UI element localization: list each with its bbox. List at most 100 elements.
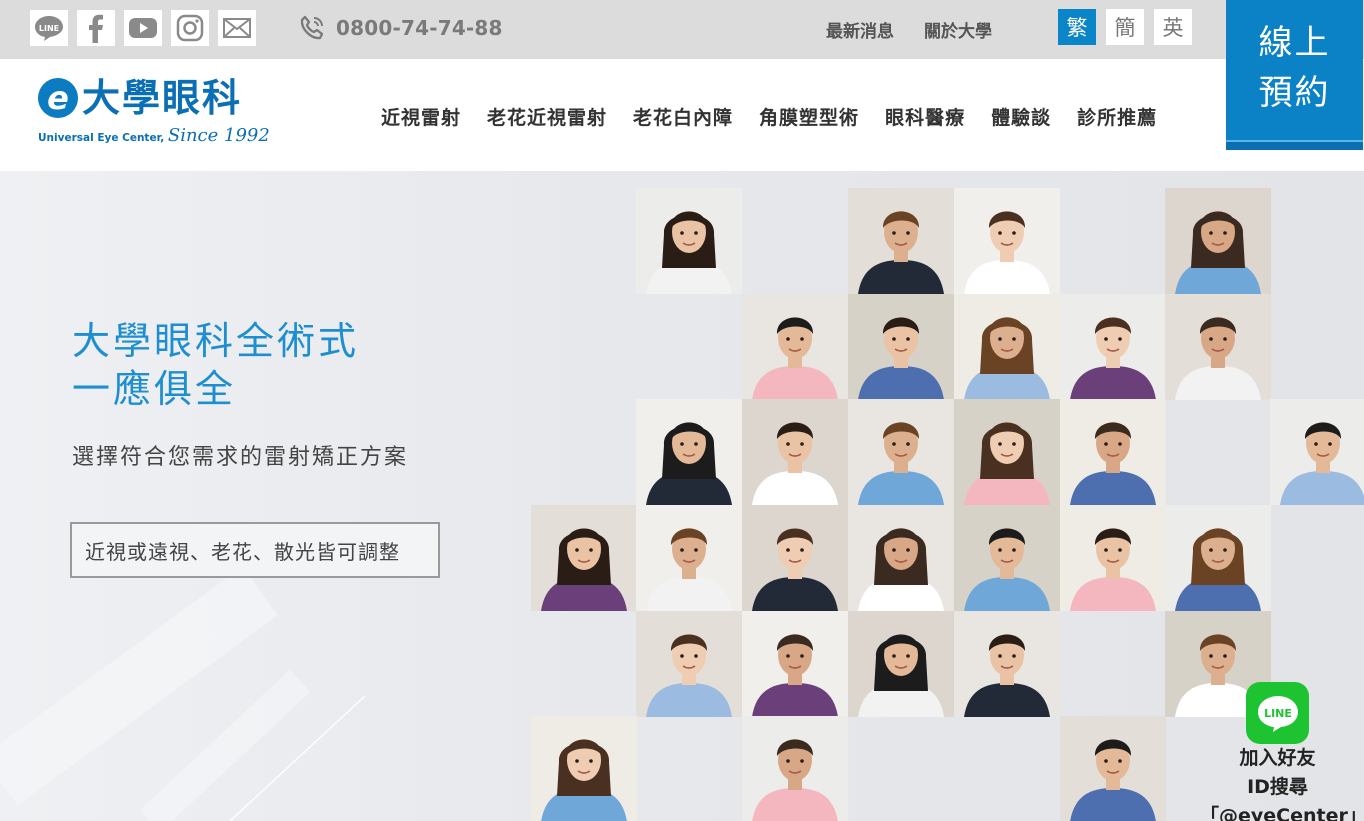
patient-photo — [742, 611, 848, 717]
lang-english[interactable]: 英 — [1154, 9, 1192, 45]
lang-simplified[interactable]: 簡 — [1106, 9, 1144, 45]
portrait-image — [954, 505, 1060, 611]
nav-item-ophthalmology[interactable]: 眼科醫療 — [885, 103, 965, 130]
portrait-image — [742, 294, 848, 400]
portrait-image — [1060, 716, 1166, 821]
booking-line1: 線上 — [1258, 23, 1331, 63]
patient-photo — [636, 505, 742, 611]
booking-line2: 預約 — [1258, 73, 1331, 113]
youtube-link[interactable] — [124, 10, 162, 46]
phone-icon — [300, 15, 324, 40]
portrait-image — [636, 505, 742, 611]
nav-item-testimonials[interactable]: 體驗談 — [991, 103, 1051, 130]
nav-item-presbyopia-myopia-laser[interactable]: 老花近視雷射 — [487, 103, 607, 130]
patient-photo — [531, 505, 637, 611]
portrait-image — [954, 294, 1060, 400]
nav-item-ortho-k[interactable]: 角膜塑型術 — [759, 103, 859, 130]
portrait-image — [1270, 399, 1364, 505]
site-header: e 大學眼科 Universal Eye Center, Since 1992 … — [0, 59, 1364, 171]
portrait-image — [954, 611, 1060, 717]
line-add-friend-widget[interactable]: LINE 加入好友 ID搜尋 「@eyeCenter」 — [1200, 682, 1364, 821]
svg-text:LINE: LINE — [39, 24, 59, 33]
portrait-image — [531, 716, 637, 821]
mail-icon — [223, 18, 251, 38]
patient-photo — [1060, 399, 1166, 505]
line-widget-line2: ID搜尋 — [1247, 776, 1308, 798]
portrait-image — [1060, 505, 1166, 611]
booking-bar — [1226, 140, 1363, 150]
patient-photo — [954, 505, 1060, 611]
facebook-icon — [89, 14, 103, 43]
logo-sub-text: Universal Eye Center, — [38, 132, 165, 144]
patient-photo — [848, 188, 954, 294]
patient-photo — [848, 399, 954, 505]
portrait-image — [1060, 399, 1166, 505]
online-booking-button[interactable]: 線上 預約 — [1226, 0, 1363, 150]
logo-subtitle: Universal Eye Center, Since 1992 — [38, 125, 270, 146]
logo-name: 大學眼科 — [82, 76, 243, 120]
svg-text:LINE: LINE — [1264, 707, 1292, 720]
portrait-image — [531, 505, 637, 611]
line-icon: LINE — [35, 16, 63, 41]
portrait-image — [742, 505, 848, 611]
site-logo[interactable]: e 大學眼科 Universal Eye Center, Since 1992 — [38, 77, 270, 146]
patient-photo — [1165, 505, 1271, 611]
line-logo-button[interactable]: LINE — [1246, 682, 1309, 744]
patient-photo — [848, 505, 954, 611]
facebook-link[interactable] — [77, 10, 115, 46]
instagram-link[interactable] — [171, 10, 209, 46]
nav-item-clinics[interactable]: 診所推薦 — [1077, 103, 1157, 130]
patient-photo — [742, 716, 848, 821]
patient-photo — [848, 611, 954, 717]
patient-photo — [742, 399, 848, 505]
patient-photo — [848, 294, 954, 400]
portrait-image — [636, 399, 742, 505]
logo-since: Since 1992 — [167, 125, 270, 146]
patient-photo — [1270, 399, 1364, 505]
portrait-image — [742, 399, 848, 505]
nav-item-myopia-laser[interactable]: 近視雷射 — [381, 103, 461, 130]
top-links: 最新消息 關於大學 — [826, 17, 992, 42]
patient-photo — [636, 399, 742, 505]
patient-photo — [954, 188, 1060, 294]
nav-item-presbyopia-cataract[interactable]: 老花白內障 — [633, 103, 733, 130]
line-widget-line3: 「@eyeCenter」 — [1200, 805, 1364, 821]
line-chat-icon: LINE — [1257, 696, 1298, 732]
portrait-image — [636, 188, 742, 294]
portrait-image — [742, 716, 848, 821]
main-nav: 近視雷射 老花近視雷射 老花白內障 角膜塑型術 眼科醫療 體驗談 診所推薦 — [381, 103, 1157, 130]
patient-photo — [636, 188, 742, 294]
phone-text: 0800-74-74-88 — [336, 16, 503, 40]
top-bar: LINE 0800-74-74-88 最新消息 關於大學 繁 簡 英 — [0, 0, 1364, 59]
patient-photo — [742, 294, 848, 400]
portrait-image — [848, 294, 954, 400]
language-switcher: 繁 簡 英 — [1058, 9, 1192, 45]
patient-photo — [1165, 188, 1271, 294]
portrait-image — [848, 399, 954, 505]
patient-photo — [742, 505, 848, 611]
patient-photo — [954, 294, 1060, 400]
portrait-image — [1165, 505, 1271, 611]
patient-photo — [1060, 716, 1166, 821]
top-link-news[interactable]: 最新消息 — [826, 17, 894, 42]
hero-banner: 大學眼科全術式 一應俱全 選擇符合您需求的雷射矯正方案 近視或遠視、老花、散光皆… — [0, 171, 1364, 821]
phone-number[interactable]: 0800-74-74-88 — [298, 14, 503, 42]
social-links: LINE — [30, 10, 256, 46]
line-link[interactable]: LINE — [30, 10, 68, 46]
portrait-image — [1165, 188, 1271, 294]
lang-traditional[interactable]: 繁 — [1058, 9, 1096, 45]
patient-photo-grid — [0, 171, 1364, 821]
portrait-image — [636, 611, 742, 717]
portrait-image — [848, 505, 954, 611]
top-link-about[interactable]: 關於大學 — [924, 17, 992, 42]
patient-photo — [954, 399, 1060, 505]
youtube-icon — [129, 18, 157, 38]
logo-mark: e — [38, 78, 78, 118]
patient-photo — [531, 716, 637, 821]
line-widget-line1: 加入好友 — [1239, 747, 1316, 769]
mail-link[interactable] — [218, 10, 256, 46]
patient-photo — [1165, 294, 1271, 400]
portrait-image — [1165, 294, 1271, 400]
instagram-icon — [176, 14, 204, 42]
portrait-image — [848, 611, 954, 717]
